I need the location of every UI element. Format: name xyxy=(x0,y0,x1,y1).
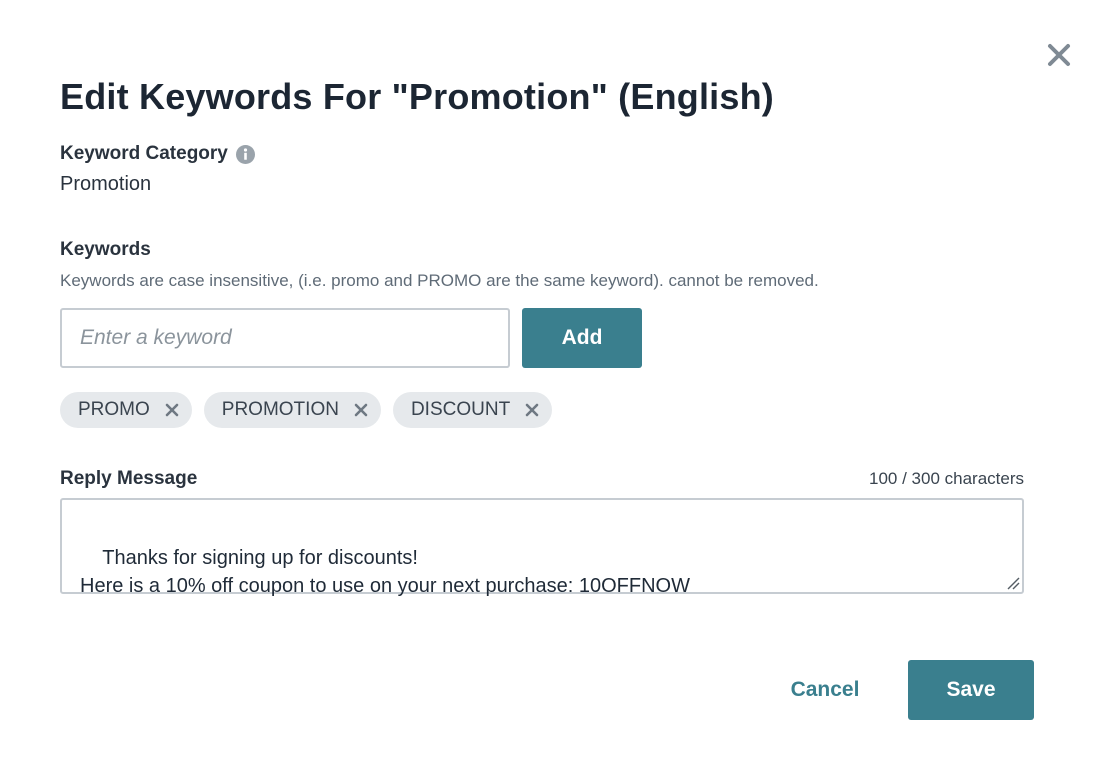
remove-keyword-icon[interactable] xyxy=(164,402,180,418)
keywords-label-text: Keywords xyxy=(60,239,151,260)
reply-message-header: Reply Message 100 / 300 characters xyxy=(60,468,1024,490)
keywords-help-text: Keywords are case insensitive, (i.e. pro… xyxy=(60,271,819,290)
reply-message-textarea[interactable]: Thanks for signing up for discounts! Her… xyxy=(60,498,1024,597)
remove-keyword-icon[interactable] xyxy=(524,402,540,418)
keyword-category-value: Promotion xyxy=(60,173,152,195)
save-button[interactable]: Save xyxy=(908,660,1034,720)
keyword-chip: PROMO xyxy=(60,392,192,428)
add-keyword-button[interactable]: Add xyxy=(522,308,642,368)
keyword-category-label-row: Keyword Category xyxy=(60,143,255,165)
resize-handle-icon[interactable] xyxy=(1006,576,1020,590)
edit-keywords-dialog: Edit Keywords For "Promotion" (English) … xyxy=(0,0,1118,772)
cancel-button[interactable]: Cancel xyxy=(770,660,880,720)
keyword-chip-label: PROMOTION xyxy=(221,399,339,420)
dialog-title: Edit Keywords For "Promotion" (English) xyxy=(60,76,774,117)
keyword-input[interactable] xyxy=(60,308,510,368)
keyword-category-label: Keyword Category xyxy=(60,143,228,164)
remove-keyword-icon[interactable] xyxy=(353,402,369,418)
reply-message-label: Reply Message xyxy=(60,468,198,489)
close-button[interactable] xyxy=(1044,40,1074,70)
keyword-chip-label: PROMO xyxy=(78,399,150,420)
character-count: 100 / 300 characters xyxy=(869,469,1024,488)
keywords-label: Keywords xyxy=(60,239,151,261)
keyword-chip: DISCOUNT xyxy=(392,392,553,428)
keyword-chip-list: PROMO PROMOTION DISCOUNT xyxy=(60,392,553,428)
keyword-chip: PROMOTION xyxy=(203,392,381,428)
reply-message-text: Thanks for signing up for discounts! Her… xyxy=(80,547,690,597)
close-icon xyxy=(1048,44,1070,66)
keyword-chip-label: DISCOUNT xyxy=(410,399,511,420)
info-icon[interactable] xyxy=(235,144,255,164)
